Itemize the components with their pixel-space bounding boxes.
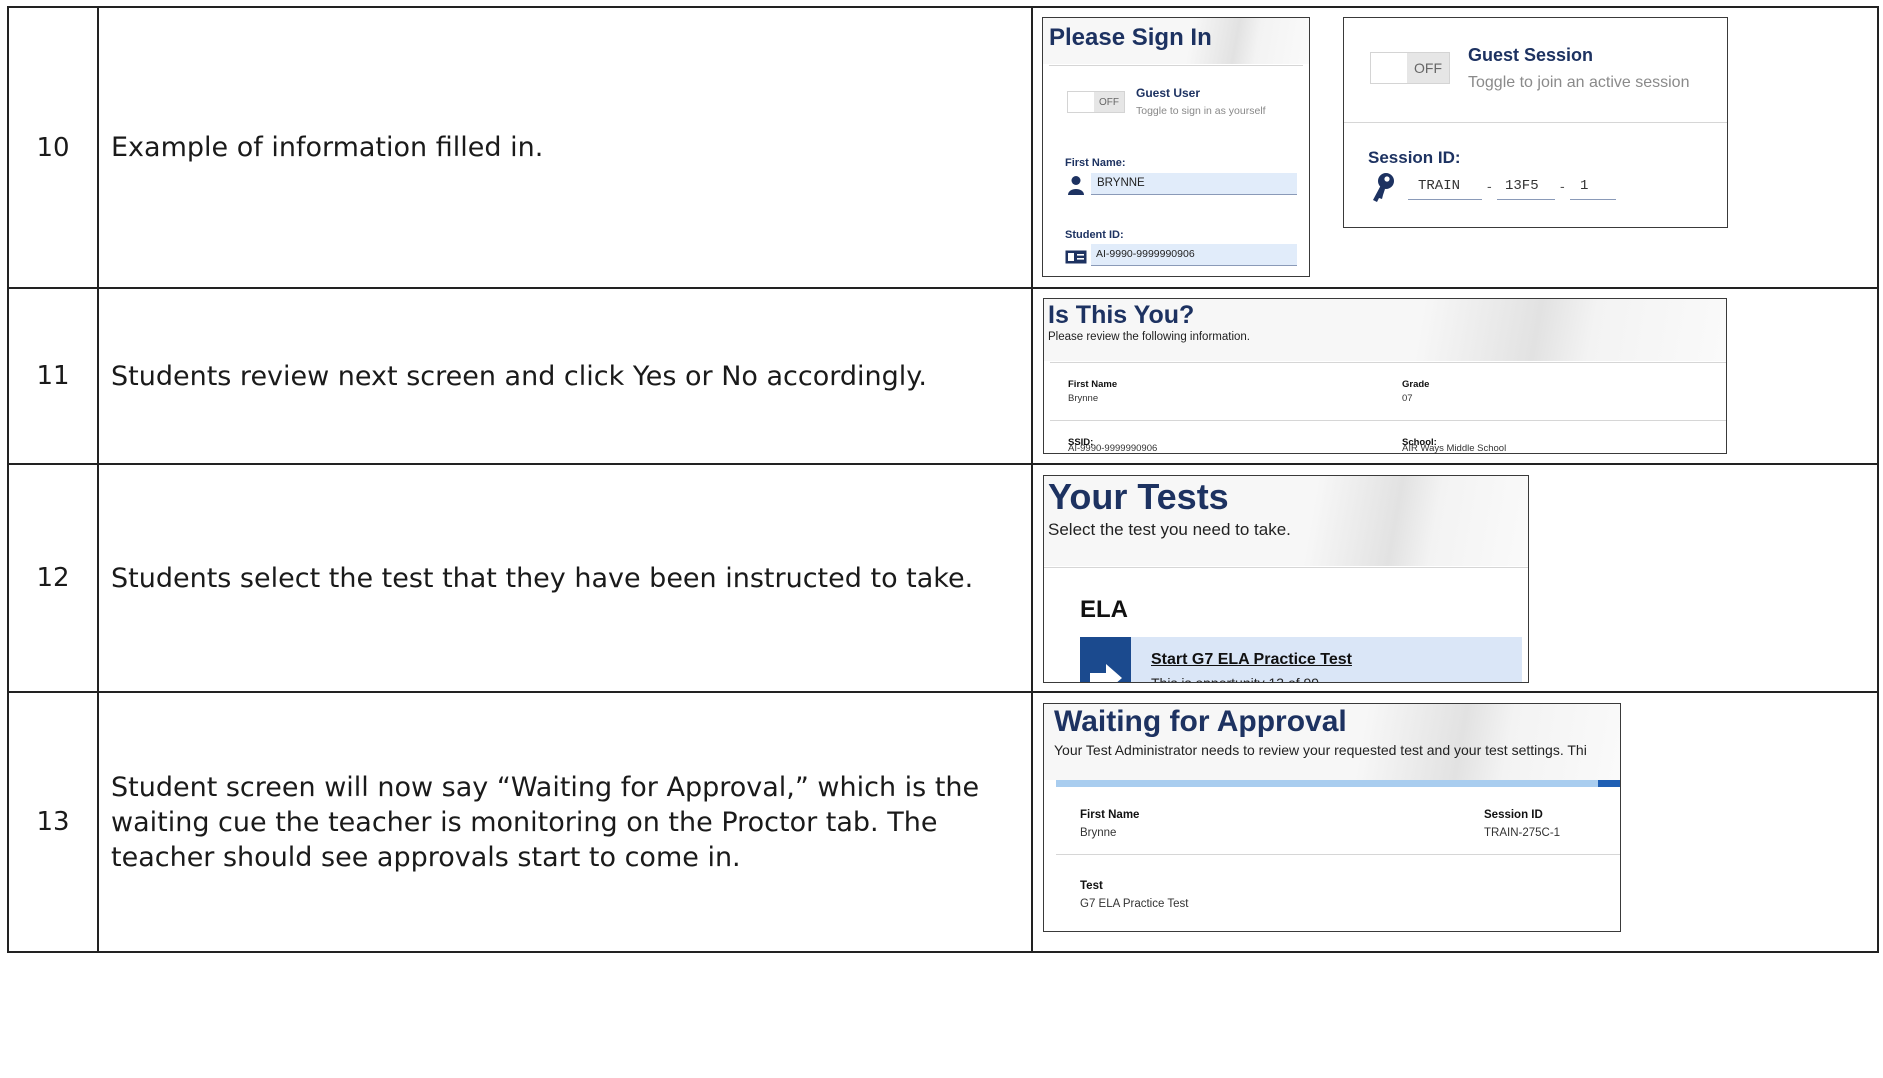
is-this-you-title: Is This You?	[1048, 301, 1195, 329]
is-this-you-subtitle: Please review the following information.	[1048, 331, 1250, 343]
session-id-label: Session ID	[1484, 809, 1543, 821]
guest-session-toggle[interactable]: OFF	[1370, 52, 1450, 84]
step-row-13: 13 Student screen will now say “Waiting …	[7, 691, 1879, 953]
waiting-title: Waiting for Approval	[1054, 705, 1347, 738]
key-icon	[1373, 173, 1394, 202]
subject-heading: ELA	[1080, 596, 1128, 623]
first-name-value: Brynne	[1068, 393, 1099, 404]
arrow-block	[1080, 637, 1131, 682]
is-this-you-panel: Is This You? Please review the following…	[1043, 298, 1727, 454]
first-name-label: First Name	[1068, 379, 1118, 390]
step-row-11: 11 Students review next screen and click…	[7, 287, 1879, 465]
student-id-field[interactable]: AI-9990-9999990906	[1091, 244, 1297, 266]
session-code-1[interactable]: TRAIN	[1408, 174, 1482, 200]
screenshot-cell: Waiting for Approval Your Test Administr…	[1031, 691, 1879, 953]
screenshot-cell: Is This You? Please review the following…	[1031, 287, 1879, 465]
step-description: Students review next screen and click Ye…	[111, 360, 927, 392]
session-code-3[interactable]: 1	[1570, 174, 1616, 200]
guest-session-panel: OFF Guest Session Toggle to join an acti…	[1343, 17, 1728, 228]
test-value: G7 ELA Practice Test	[1080, 898, 1189, 910]
guest-user-label: Guest User	[1136, 86, 1201, 100]
step-row-12: 12 Students select the test that they ha…	[7, 463, 1879, 693]
step-description: Example of information filled in.	[111, 132, 544, 163]
opportunity-text: This is opportunity 13 of 99	[1151, 675, 1320, 683]
your-tests-subtitle: Select the test you need to take.	[1048, 520, 1291, 539]
start-test-link[interactable]: Start G7 ELA Practice Test	[1151, 651, 1352, 669]
session-id-value: TRAIN-275C-1	[1484, 827, 1561, 839]
waiting-message: Your Test Administrator needs to review …	[1054, 742, 1587, 758]
grade-value: 07	[1402, 393, 1413, 404]
first-name-label: First Name:	[1065, 157, 1126, 169]
user-icon	[1068, 176, 1084, 195]
school-value: AIR Ways Middle School	[1402, 443, 1507, 454]
your-tests-panel: Your Tests Select the test you need to t…	[1043, 475, 1529, 683]
student-id-label: Student ID:	[1065, 229, 1124, 241]
guest-user-hint: Toggle to sign in as yourself	[1136, 105, 1266, 117]
sign-in-title: Please Sign In	[1049, 24, 1212, 51]
start-test-button[interactable]: Start G7 ELA Practice Test This is oppor…	[1080, 637, 1522, 683]
step-number: 11	[7, 287, 99, 465]
first-name-label: First Name	[1080, 809, 1140, 821]
ssid-value: AI-9990-9999990906	[1068, 443, 1158, 454]
progress-bar	[1056, 780, 1620, 787]
sign-in-panel: Please Sign In OFF Guest User Toggle to …	[1042, 17, 1310, 277]
step-number: 10	[7, 6, 99, 289]
step-description: Student screen will now say “Waiting for…	[111, 771, 980, 873]
id-card-icon	[1065, 250, 1087, 264]
steps-table: 10 Example of information filled in. Ple…	[7, 6, 1879, 953]
step-description: Students select the test that they have …	[111, 562, 974, 594]
test-label: Test	[1080, 880, 1103, 892]
screenshot-cell: Please Sign In OFF Guest User Toggle to …	[1031, 6, 1879, 289]
screenshot-cell: Your Tests Select the test you need to t…	[1031, 463, 1879, 693]
first-name-value: Brynne	[1080, 827, 1117, 839]
guest-session-hint: Toggle to join an active session	[1468, 74, 1690, 91]
step-row-10: 10 Example of information filled in. Ple…	[7, 6, 1879, 289]
step-number: 13	[7, 691, 99, 953]
guest-user-toggle[interactable]: OFF	[1067, 91, 1125, 113]
step-number: 12	[7, 463, 99, 693]
first-name-field[interactable]: BRYNNE	[1091, 173, 1297, 195]
waiting-panel: Waiting for Approval Your Test Administr…	[1043, 703, 1621, 932]
your-tests-title: Your Tests	[1048, 476, 1229, 517]
arrow-right-icon	[1090, 664, 1122, 682]
guest-session-title: Guest Session	[1468, 45, 1594, 65]
session-id-label: Session ID:	[1368, 148, 1461, 167]
session-code-2[interactable]: 13F5	[1497, 174, 1555, 200]
grade-label: Grade	[1402, 379, 1430, 390]
